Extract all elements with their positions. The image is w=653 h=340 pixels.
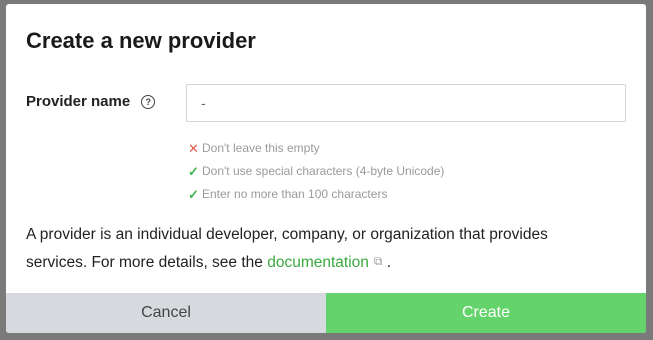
create-button[interactable]: Create <box>326 293 646 333</box>
rule-text: Don't use special characters (4-byte Uni… <box>202 164 445 178</box>
rule-max-length: ✓ Enter no more than 100 characters <box>188 183 444 206</box>
description: A provider is an individual developer, c… <box>26 221 586 276</box>
check-icon: ✓ <box>188 164 199 179</box>
rule-text: Enter no more than 100 characters <box>202 187 388 201</box>
documentation-link[interactable]: documentation <box>267 254 369 271</box>
provider-name-label: Provider name ? <box>26 93 156 111</box>
help-icon[interactable]: ? <box>141 95 156 109</box>
rule-not-empty: ✕ Don't leave this empty <box>188 137 444 160</box>
description-end: . <box>386 254 392 271</box>
rule-no-special-chars: ✓ Don't use special characters (4-byte U… <box>188 160 444 183</box>
validation-rules: ✕ Don't leave this empty ✓ Don't use spe… <box>188 137 444 206</box>
rule-text: Don't leave this empty <box>202 141 320 155</box>
cross-icon: ✕ <box>188 141 199 156</box>
provider-name-input[interactable] <box>186 84 626 122</box>
provider-name-label-text: Provider name <box>26 93 131 110</box>
create-provider-dialog: Create a new provider Provider name ? ✕ … <box>6 4 646 333</box>
cancel-button[interactable]: Cancel <box>6 293 326 333</box>
external-link-icon: ⧉ <box>373 254 383 268</box>
dialog-footer: Cancel Create <box>6 293 646 333</box>
check-icon: ✓ <box>188 187 199 202</box>
dialog-title: Create a new provider <box>26 28 256 53</box>
